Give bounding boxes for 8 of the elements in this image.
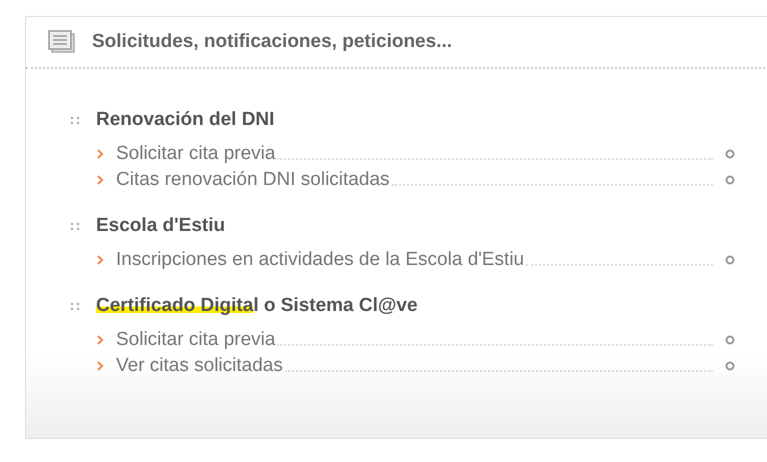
group-heading: Escola d'Estiu (96, 214, 226, 238)
request-link[interactable]: Solicitar cita previa (116, 327, 276, 353)
group-heading: Renovación del DNI (96, 108, 274, 132)
request-link[interactable]: Citas renovación DNI solicitadas (116, 167, 390, 193)
panel-title: Solicitudes, notificaciones, peticiones... (92, 30, 452, 54)
request-link[interactable]: Solicitar cita previa (116, 141, 276, 167)
request-link[interactable]: Ver citas solicitadas (116, 353, 283, 379)
request-link[interactable]: Inscripciones en actividades de la Escola d'Estiu (116, 247, 524, 273)
